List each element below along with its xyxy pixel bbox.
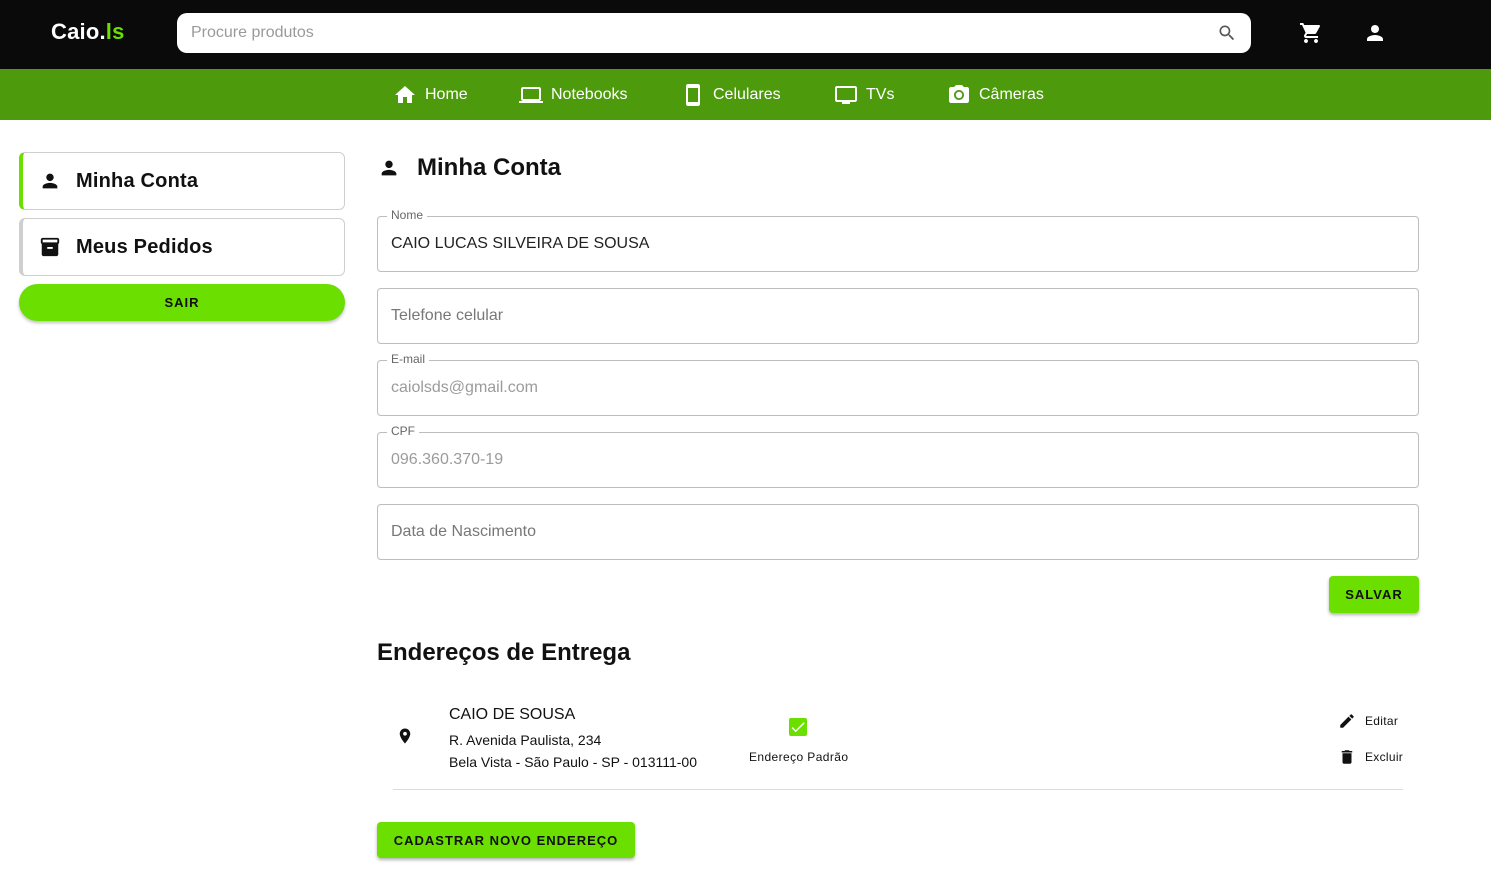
addresses-title: Endereços de Entrega <box>377 639 631 666</box>
cpf-input <box>391 433 1401 487</box>
location-pin-icon <box>399 728 411 744</box>
category-nav: Home Notebooks Celulares TVs Câmeras <box>0 69 1491 120</box>
nav-item-celulares[interactable]: Celulares <box>681 69 781 120</box>
nav-item-label: Home <box>425 85 468 103</box>
logo[interactable]: Caio.ls <box>51 19 125 45</box>
nav-item-label: Notebooks <box>551 85 628 103</box>
archive-icon <box>40 237 60 257</box>
address-divider <box>393 789 1403 790</box>
edit-address-button[interactable]: Editar <box>1338 712 1398 730</box>
logo-accent: ls <box>105 19 125 44</box>
save-button[interactable]: SALVAR <box>1329 576 1419 613</box>
account-icon[interactable] <box>1363 21 1387 45</box>
person-icon <box>42 173 58 189</box>
sidebar-item-label: Minha Conta <box>76 169 199 192</box>
logout-button[interactable]: SAIR <box>19 284 345 321</box>
address-street: R. Avenida Paulista, 234 <box>449 732 602 748</box>
person-icon <box>381 160 397 176</box>
search-input[interactable] <box>191 13 1201 53</box>
nav-item-label: TVs <box>866 85 895 103</box>
sidebar-item-meus-pedidos[interactable]: Meus Pedidos <box>19 218 345 276</box>
top-bar: Caio.ls <box>0 0 1491 69</box>
email-input <box>391 361 1401 415</box>
sidebar-item-minha-conta[interactable]: Minha Conta <box>19 152 345 210</box>
sidebar-item-label: Meus Pedidos <box>76 235 213 258</box>
tv-icon <box>835 85 857 104</box>
logo-main: Caio. <box>51 19 106 44</box>
pencil-icon <box>1340 714 1354 728</box>
nav-item-label: Celulares <box>713 85 781 103</box>
search-icon[interactable] <box>1217 23 1237 43</box>
edit-address-label: Editar <box>1365 714 1399 728</box>
camera-icon <box>949 84 969 103</box>
nav-item-home[interactable]: Home <box>393 69 468 120</box>
home-icon <box>395 85 415 103</box>
nav-item-label: Câmeras <box>979 85 1044 103</box>
birthdate-field <box>377 504 1419 560</box>
address-recipient: CAIO DE SOUSA <box>449 706 576 723</box>
phone-input[interactable] <box>391 289 1401 343</box>
address-city: Bela Vista - São Paulo - SP - 013111-00 <box>449 754 698 770</box>
nav-item-notebooks[interactable]: Notebooks <box>519 69 628 120</box>
cpf-field: CPF <box>377 424 1419 488</box>
name-field: Nome <box>377 208 1419 272</box>
check-icon <box>791 722 805 733</box>
delete-address-button[interactable]: Excluir <box>1338 748 1403 766</box>
nav-item-tvs[interactable]: TVs <box>834 69 894 120</box>
nav-item-cameras[interactable]: Câmeras <box>947 69 1044 120</box>
search-bar <box>177 13 1251 53</box>
laptop-icon <box>519 86 543 103</box>
cart-icon[interactable] <box>1299 21 1323 45</box>
page-title: Minha Conta <box>417 154 561 181</box>
add-address-button[interactable]: CADASTRAR NOVO ENDEREÇO <box>377 822 635 858</box>
email-field: E-mail <box>377 352 1419 416</box>
name-input[interactable] <box>391 217 1401 271</box>
address-item: CAIO DE SOUSA R. Avenida Paulista, 234 B… <box>377 690 1419 790</box>
birthdate-input[interactable] <box>391 505 1401 559</box>
phone-field <box>377 288 1419 344</box>
trash-icon <box>1341 750 1353 764</box>
smartphone-icon <box>686 83 700 106</box>
delete-address-label: Excluir <box>1365 750 1404 764</box>
default-address-label: Endereço Padrão <box>749 750 849 764</box>
default-address-checkbox[interactable] <box>789 718 807 736</box>
